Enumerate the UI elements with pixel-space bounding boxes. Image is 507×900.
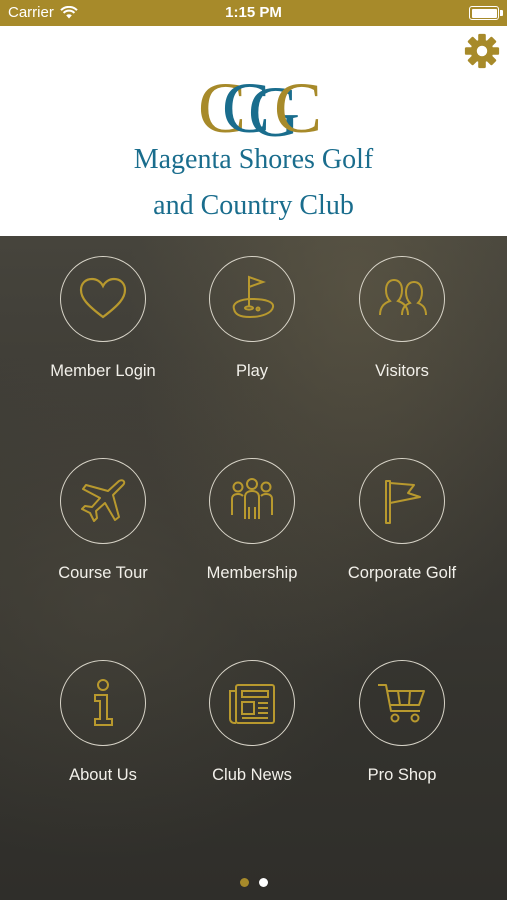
- tile-label: Club News: [212, 766, 292, 784]
- newspaper-icon: [229, 684, 275, 724]
- flag-icon: [385, 480, 421, 524]
- heart-icon: [79, 277, 127, 319]
- tile-circle: [209, 660, 295, 746]
- tile-circle: [60, 256, 146, 342]
- page-indicator[interactable]: [0, 878, 507, 887]
- main-menu: Member Login Play Visitors Course Tour M…: [0, 236, 507, 900]
- tile-pro-shop[interactable]: Pro Shop: [327, 660, 477, 800]
- club-name-line1: Magenta Shores Golf: [133, 144, 374, 175]
- gear-icon[interactable]: [463, 32, 501, 70]
- tile-circle: [60, 458, 146, 544]
- status-bar: Carrier 1:15 PM: [0, 0, 507, 26]
- golf-flag-green-icon: [232, 275, 275, 319]
- tile-play[interactable]: Play: [177, 256, 327, 396]
- tile-label: Course Tour: [58, 564, 148, 582]
- tile-label: Member Login: [50, 362, 156, 380]
- battery-fill: [471, 8, 497, 18]
- tile-label: Corporate Golf: [347, 564, 457, 582]
- cart-icon: [378, 684, 425, 723]
- tile-circle: [209, 458, 295, 544]
- tile-label: About Us: [69, 766, 137, 784]
- tile-circle: [60, 660, 146, 746]
- group-icon: [231, 478, 273, 519]
- svg-text:C: C: [274, 68, 322, 148]
- club-name-line2: and Country Club: [153, 190, 354, 221]
- page-dot[interactable]: [258, 878, 268, 887]
- tile-label: Membership: [206, 564, 298, 582]
- tile-membership[interactable]: Membership: [177, 458, 327, 598]
- status-time: 1:15 PM: [225, 4, 282, 21]
- header: C C G C Magenta Shores Golf and Country …: [0, 26, 507, 236]
- battery-tip: [500, 10, 503, 16]
- airplane-icon: [81, 479, 126, 522]
- tile-club-news[interactable]: Club News: [177, 660, 327, 800]
- tile-member-login[interactable]: Member Login: [28, 256, 178, 396]
- info-icon: [94, 679, 113, 726]
- tile-label: Pro Shop: [367, 766, 437, 784]
- battery-icon: [469, 6, 503, 20]
- tile-circle: [359, 256, 445, 342]
- tile-label: Play: [235, 362, 269, 380]
- tile-circle: [359, 458, 445, 544]
- tile-corporate-golf[interactable]: Corporate Golf: [327, 458, 477, 598]
- page-dot-active[interactable]: [239, 878, 249, 887]
- tile-circle: [359, 660, 445, 746]
- tile-about-us[interactable]: About Us: [28, 660, 178, 800]
- tile-visitors[interactable]: Visitors: [327, 256, 477, 396]
- tile-label: Visitors: [375, 362, 429, 380]
- people-icon: [379, 278, 427, 316]
- tile-circle: [209, 256, 295, 342]
- tile-course-tour[interactable]: Course Tour: [28, 458, 178, 598]
